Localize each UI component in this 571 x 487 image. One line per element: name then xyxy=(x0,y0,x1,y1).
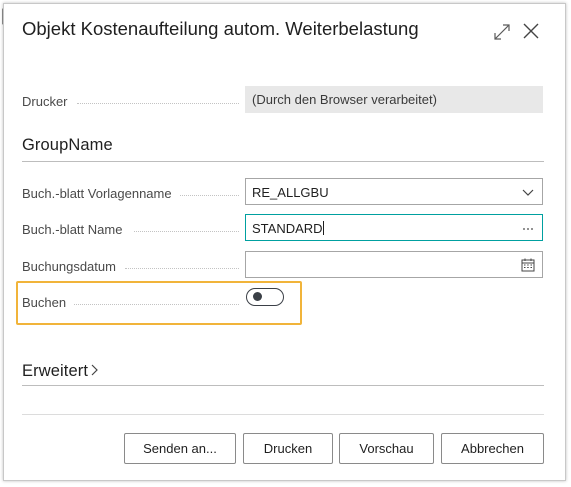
expand-icon xyxy=(494,24,510,40)
batch-name-input[interactable]: STANDARD xyxy=(245,214,543,241)
label-leader xyxy=(77,103,239,104)
batch-row: Buch.-blatt Name xyxy=(22,216,244,244)
batch-label: Buch.-blatt Name xyxy=(22,222,123,237)
printer-label: Drucker xyxy=(22,94,68,109)
dialog-title: Objekt Kostenaufteilung autom. Weiterbel… xyxy=(22,18,419,39)
calendar-icon[interactable] xyxy=(520,257,536,273)
send-to-button[interactable]: Senden an... xyxy=(124,433,236,464)
expand-button[interactable] xyxy=(491,21,513,43)
template-select[interactable]: RE_ALLGBU xyxy=(245,178,543,205)
label-leader xyxy=(180,195,239,196)
preview-button[interactable]: Vorschau xyxy=(339,433,434,464)
date-label: Buchungsdatum xyxy=(22,259,116,274)
template-label: Buch.-blatt Vorlagenname xyxy=(22,186,172,201)
text-caret xyxy=(322,221,324,235)
template-row: Buch.-blatt Vorlagenname xyxy=(22,180,244,208)
section-title-groupname: GroupName xyxy=(22,136,113,154)
footer-divider xyxy=(22,414,544,415)
section-divider xyxy=(22,385,544,386)
printer-value: (Durch den Browser verarbeitet) xyxy=(245,86,543,113)
date-row: Buchungsdatum xyxy=(22,253,244,281)
section-title-advanced[interactable]: Erweitert xyxy=(22,362,100,381)
printer-row: Drucker xyxy=(22,88,244,116)
cancel-button[interactable]: Abbrechen xyxy=(441,433,544,464)
section-divider xyxy=(22,161,544,162)
chevron-down-icon[interactable] xyxy=(520,184,536,200)
close-icon xyxy=(523,23,539,39)
highlight-frame xyxy=(16,281,302,325)
template-value: RE_ALLGBU xyxy=(252,185,329,200)
chevron-right-icon xyxy=(91,364,98,376)
label-leader xyxy=(134,231,239,232)
close-button[interactable] xyxy=(520,20,542,42)
posting-date-input[interactable] xyxy=(245,251,543,278)
batch-value: STANDARD xyxy=(252,221,323,236)
ellipsis-icon[interactable] xyxy=(520,220,536,236)
advanced-label: Erweitert xyxy=(22,362,88,380)
print-button[interactable]: Drucken xyxy=(243,433,333,464)
label-leader xyxy=(125,268,239,269)
